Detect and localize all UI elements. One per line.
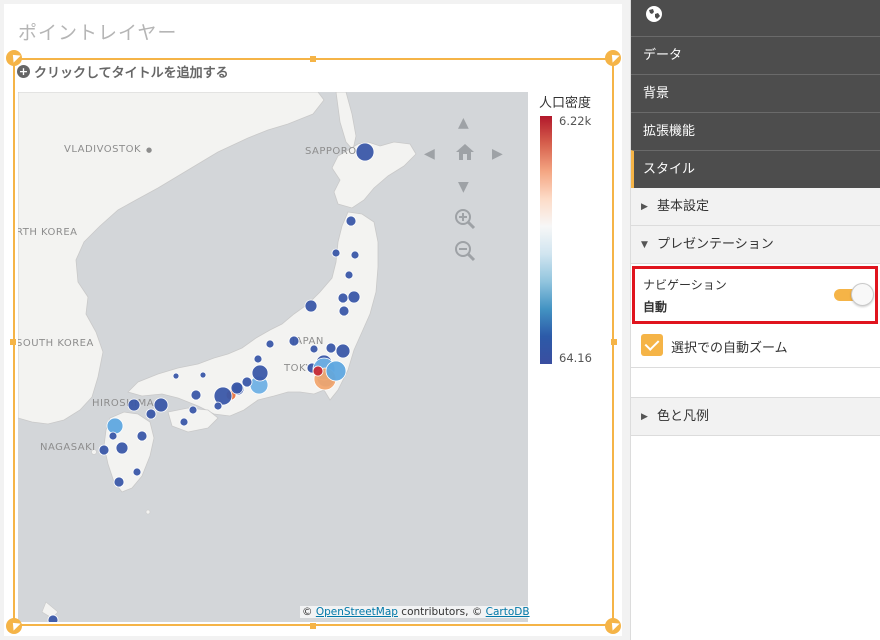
toggle-knob: [851, 283, 874, 306]
section-color-legend[interactable]: ▶ 色と凡例: [631, 398, 880, 436]
panel-item-background[interactable]: 背景: [631, 74, 880, 112]
auto-zoom-label: 選択での自動ズーム: [671, 341, 788, 356]
navigation-label: ナビゲーション: [643, 278, 727, 292]
navigation-value: 自動: [643, 300, 668, 314]
navigation-setting: ナビゲーション 自動: [632, 266, 878, 324]
sheet-canvas: ポイントレイヤー + クリックしてタイトルを追加する VLADIVOSTOK ●…: [0, 0, 628, 640]
chevron-right-icon: ▶: [641, 202, 648, 212]
auto-zoom-checkbox[interactable]: [641, 334, 663, 356]
properties-panel: データ 背景 拡張機能 スタイル ▶ 基本設定 ▼ プレゼンテーション ナビゲー…: [630, 0, 880, 640]
panel-item-style[interactable]: スタイル: [631, 150, 880, 188]
section-label: 基本設定: [657, 199, 710, 214]
resize-handle-right[interactable]: [611, 339, 617, 345]
resize-handle-bottom-left[interactable]: [6, 618, 22, 634]
auto-zoom-row[interactable]: 選択での自動ズーム: [631, 324, 880, 368]
section-basic-settings[interactable]: ▶ 基本設定: [631, 188, 880, 226]
resize-handle-bottom[interactable]: [310, 623, 316, 629]
section-label: 色と凡例: [657, 409, 710, 424]
resize-handle-bottom-right[interactable]: [605, 618, 621, 634]
section-presentation[interactable]: ▼ プレゼンテーション: [631, 226, 880, 264]
resize-handle-top-right[interactable]: [605, 50, 621, 66]
resize-handle-top-left[interactable]: [6, 50, 22, 66]
panel-header: [631, 0, 880, 36]
section-label: プレゼンテーション: [657, 237, 774, 252]
panel-item-data[interactable]: データ: [631, 36, 880, 74]
selection-frame[interactable]: [13, 58, 614, 626]
chevron-right-icon: ▶: [641, 412, 648, 422]
navigation-toggle[interactable]: [834, 283, 874, 306]
resize-handle-top[interactable]: [310, 56, 316, 62]
resize-handle-left[interactable]: [10, 339, 16, 345]
panel-item-extensions[interactable]: 拡張機能: [631, 112, 880, 150]
sheet-title[interactable]: ポイントレイヤー: [18, 18, 177, 45]
globe-icon: [645, 5, 663, 27]
panel-spacer: [631, 368, 880, 398]
chevron-down-icon: ▼: [641, 240, 648, 250]
